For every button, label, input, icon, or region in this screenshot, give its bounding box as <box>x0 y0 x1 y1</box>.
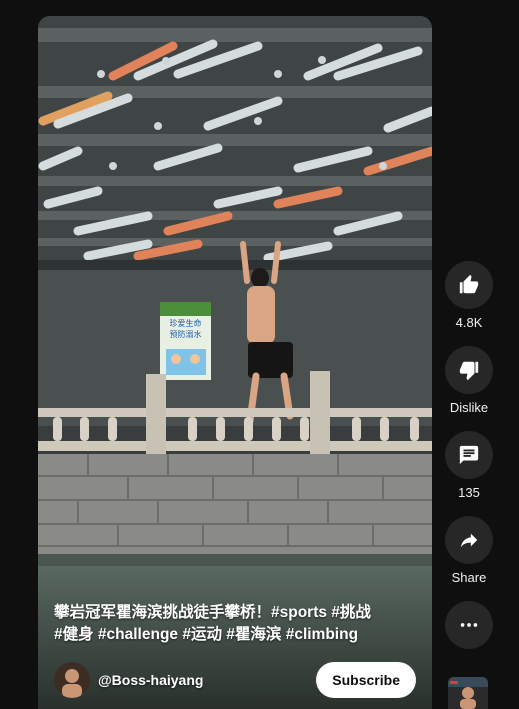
like-count: 4.8K <box>455 315 483 330</box>
comment-count: 135 <box>458 485 480 500</box>
comment-icon <box>459 445 479 465</box>
like-button[interactable] <box>445 261 493 309</box>
comments-action: 135 <box>445 431 493 500</box>
like-action: 4.8K <box>445 261 493 330</box>
sign-text-1: 珍爱生命 <box>170 318 202 328</box>
more-button[interactable] <box>445 601 493 649</box>
subscribe-button[interactable]: Subscribe <box>316 662 416 698</box>
sign-text-2: 预防溺水 <box>170 329 202 339</box>
thumb-down-icon <box>459 361 479 381</box>
caption-line-2: #健身 #challenge #运动 #瞿海滨 #climbing <box>54 626 359 643</box>
channel-row: @Boss-haiyang Subscribe <box>54 661 416 699</box>
channel-handle[interactable]: @Boss-haiyang <box>98 672 203 688</box>
more-horizontal-icon <box>460 623 478 627</box>
share-action: Share <box>445 516 493 585</box>
video-caption[interactable]: 攀岩冠军瞿海滨挑战徒手攀桥！#sports #挑战 #健身 #challenge… <box>54 602 402 646</box>
action-bar: 4.8K Dislike 135 Share <box>444 261 494 665</box>
avatar[interactable] <box>54 662 90 698</box>
sound-thumbnail[interactable] <box>448 677 488 709</box>
share-button[interactable] <box>445 516 493 564</box>
share-label: Share <box>451 570 487 585</box>
dislike-button[interactable] <box>445 346 493 394</box>
dislike-action: Dislike <box>445 346 493 415</box>
shorts-video-player[interactable]: 珍爱生命 预防溺水 攀岩冠军瞿海滨挑战徒手攀桥！#sports #挑战 #健身 … <box>38 16 432 709</box>
caption-line-1: 攀岩冠军瞿海滨挑战徒手攀桥！#sports #挑战 <box>54 604 371 621</box>
share-icon <box>460 533 478 548</box>
more-action <box>445 601 493 649</box>
dislike-label: Dislike <box>449 400 489 415</box>
thumb-up-icon <box>459 274 479 294</box>
comments-button[interactable] <box>445 431 493 479</box>
